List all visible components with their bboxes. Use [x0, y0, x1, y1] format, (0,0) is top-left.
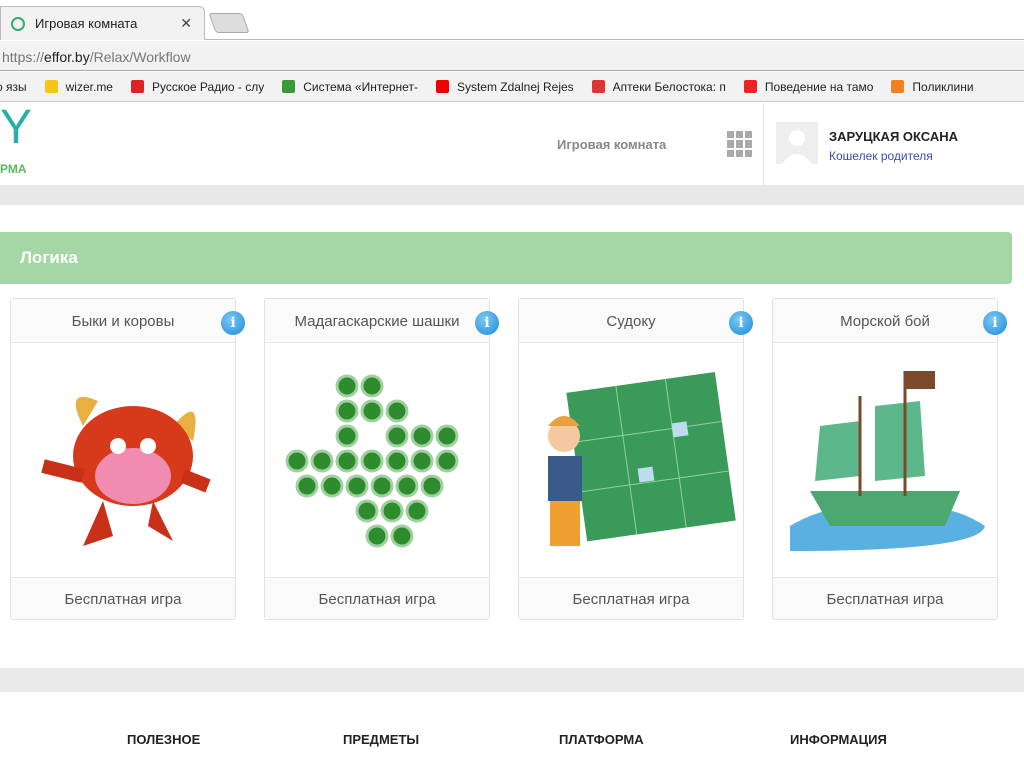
footer-heading-information: ИНФОРМАЦИЯ	[790, 732, 887, 747]
game-card[interactable]: Судоку i Бесплатная игра	[518, 298, 753, 620]
bookmark-label: Система «Интернет-	[303, 79, 418, 94]
game-card[interactable]: Мадагаскарские шашки i Бесплатная игра	[264, 298, 499, 620]
bookmark-favicon-icon	[44, 80, 58, 93]
bookmark-item[interactable]: о язы	[0, 80, 27, 94]
bookmark-label: Аптеки Белостока: п	[612, 79, 726, 94]
bookmark-favicon-icon	[891, 80, 905, 93]
pirate-ship-image	[790, 371, 985, 551]
bull-image	[41, 396, 211, 546]
wallet-link[interactable]: Кошелек родителя	[829, 149, 933, 163]
checker-piece	[410, 449, 434, 473]
footer-heading-subjects: ПРЕДМЕТЫ	[343, 732, 420, 747]
checker-piece	[405, 499, 429, 523]
close-tab-icon[interactable]: ✕	[180, 15, 192, 32]
game-image[interactable]	[265, 343, 489, 579]
url-domain: effor.by	[44, 49, 90, 65]
checker-piece	[355, 499, 379, 523]
tab-title: Игровая комната	[35, 16, 138, 31]
checker-piece	[385, 399, 409, 423]
bookmark-favicon-icon	[435, 80, 449, 93]
checker-piece	[365, 524, 389, 548]
divider	[0, 668, 1024, 692]
bookmark-item[interactable]: Поведение на тамо	[743, 79, 874, 94]
checker-piece	[335, 424, 359, 448]
info-icon[interactable]: i	[983, 311, 1007, 335]
info-icon[interactable]: i	[729, 311, 753, 335]
site-logo-subtitle: РМА	[0, 162, 27, 176]
bookmark-label: Русское Радио - слу	[151, 79, 265, 94]
checker-piece	[435, 424, 459, 448]
bookmark-label: System Zdalnej Rejes	[456, 79, 574, 94]
tab-favicon-icon	[11, 16, 25, 31]
footer-heading-platform: ПЛАТФОРМА	[559, 732, 644, 747]
user-name[interactable]: ЗАРУЦКАЯ ОКСАНА	[829, 129, 958, 144]
sudoku-image	[548, 371, 736, 546]
footer-heading-useful: ПОЛЕЗНОЕ	[127, 732, 201, 747]
browser-tab[interactable]: Игровая комната ✕	[0, 6, 205, 40]
checker-piece	[320, 474, 344, 498]
info-icon[interactable]: i	[221, 311, 245, 335]
bookmark-label: Поведение на тамо	[764, 79, 874, 94]
bookmark-favicon-icon	[282, 80, 296, 93]
checker-piece	[420, 474, 444, 498]
checker-piece	[435, 449, 459, 473]
game-price-label: Бесплатная игра	[519, 577, 743, 619]
checker-piece	[370, 474, 394, 498]
bookmark-item[interactable]: Аптеки Белостока: п	[591, 79, 726, 94]
bookmark-item[interactable]: System Zdalnej Rejes	[435, 79, 574, 94]
game-image[interactable]	[773, 343, 997, 579]
game-title[interactable]: Мадагаскарские шашки	[265, 299, 489, 343]
address-bar[interactable]: https://effor.by/Relax/Workflow	[0, 41, 1024, 71]
checker-piece	[335, 399, 359, 423]
checker-piece	[335, 449, 359, 473]
game-title[interactable]: Морской бой	[773, 299, 997, 343]
bookmark-item[interactable]: Русское Радио - слу	[130, 79, 265, 94]
bookmark-favicon-icon	[130, 80, 144, 93]
checker-piece	[335, 374, 359, 398]
bookmark-item[interactable]: Система «Интернет-	[282, 80, 418, 94]
bookmark-label: Поликлини	[912, 79, 974, 94]
checker-piece	[360, 374, 384, 398]
checker-piece	[385, 424, 409, 448]
url-scheme: https://	[2, 49, 45, 65]
game-price-label: Бесплатная игра	[773, 577, 997, 619]
checker-piece	[360, 399, 384, 423]
bookmark-label: wizer.me	[65, 79, 113, 94]
checker-piece	[380, 499, 404, 523]
game-card[interactable]: Быки и коровы i Бесплатная игра	[10, 298, 245, 620]
bookmark-item[interactable]: wizer.me	[44, 79, 113, 94]
checker-piece	[310, 449, 334, 473]
bookmarks-bar: о язы wizer.me Русское Радио - слу Система …	[0, 72, 1024, 102]
new-tab-button[interactable]	[208, 13, 250, 33]
info-icon[interactable]: i	[475, 311, 499, 335]
game-card[interactable]: Морской бой i Бесплатная игра	[772, 298, 1007, 620]
game-image[interactable]	[519, 343, 743, 579]
checker-piece	[390, 524, 414, 548]
site-logo[interactable]: Y	[0, 100, 32, 155]
bookmark-favicon-icon	[743, 80, 757, 93]
game-title[interactable]: Судоку	[519, 299, 743, 343]
divider	[0, 185, 1024, 205]
bookmark-item[interactable]: Поликлини	[891, 79, 974, 94]
game-image[interactable]	[11, 343, 235, 579]
checker-piece	[345, 474, 369, 498]
category-header: Логика	[0, 232, 1012, 284]
bookmark-favicon-icon	[591, 80, 605, 93]
apps-grid-icon[interactable]	[727, 131, 753, 157]
checker-piece	[285, 449, 309, 473]
checker-piece	[295, 474, 319, 498]
game-price-label: Бесплатная игра	[265, 577, 489, 619]
checker-piece	[360, 449, 384, 473]
game-title[interactable]: Быки и коровы	[11, 299, 235, 343]
checker-piece	[385, 449, 409, 473]
url-path: /Relax/Workflow	[89, 49, 191, 65]
bookmark-label: о язы	[0, 79, 27, 94]
checkers-image	[285, 374, 459, 548]
checker-piece	[410, 424, 434, 448]
checker-piece	[395, 474, 419, 498]
game-price-label: Бесплатная игра	[11, 577, 235, 619]
nav-game-room[interactable]: Игровая комната	[557, 137, 666, 152]
avatar[interactable]	[776, 122, 818, 164]
